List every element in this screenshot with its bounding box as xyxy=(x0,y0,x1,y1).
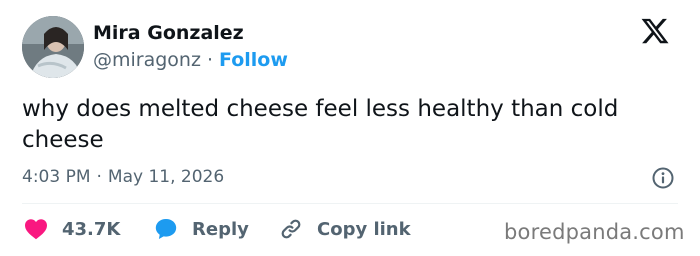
handle-separator: · xyxy=(206,49,213,71)
copy-link-button[interactable]: Copy link xyxy=(279,216,411,242)
tweet-timestamp[interactable]: 4:03 PM · May 11, 2026 xyxy=(22,167,224,187)
reply-button[interactable]: Reply xyxy=(154,216,249,242)
display-name[interactable]: Mira Gonzalez xyxy=(93,22,244,44)
watermark: boredpanda.com xyxy=(504,220,685,244)
avatar-photo xyxy=(22,16,84,78)
info-icon[interactable] xyxy=(651,166,675,190)
tweet-text: why does melted cheese feel less healthy… xyxy=(22,96,619,153)
like-button[interactable]: 43.7K xyxy=(24,216,120,242)
follow-button[interactable]: Follow xyxy=(219,49,288,71)
reply-label: Reply xyxy=(192,218,249,240)
handle-row: @miragonz · Follow xyxy=(93,49,288,71)
like-count: 43.7K xyxy=(62,218,121,240)
user-handle[interactable]: @miragonz xyxy=(93,49,201,71)
speech-bubble-icon xyxy=(155,219,177,239)
tweet-time: 4:03 PM xyxy=(22,167,91,187)
link-icon xyxy=(281,219,301,239)
tweet-date: May 11, 2026 xyxy=(107,167,225,187)
x-logo-icon[interactable] xyxy=(640,16,670,46)
timestamp-separator: · xyxy=(96,167,102,187)
copy-link-label: Copy link xyxy=(317,218,411,240)
divider xyxy=(22,203,678,204)
heart-icon xyxy=(25,219,47,240)
avatar[interactable] xyxy=(22,16,84,78)
